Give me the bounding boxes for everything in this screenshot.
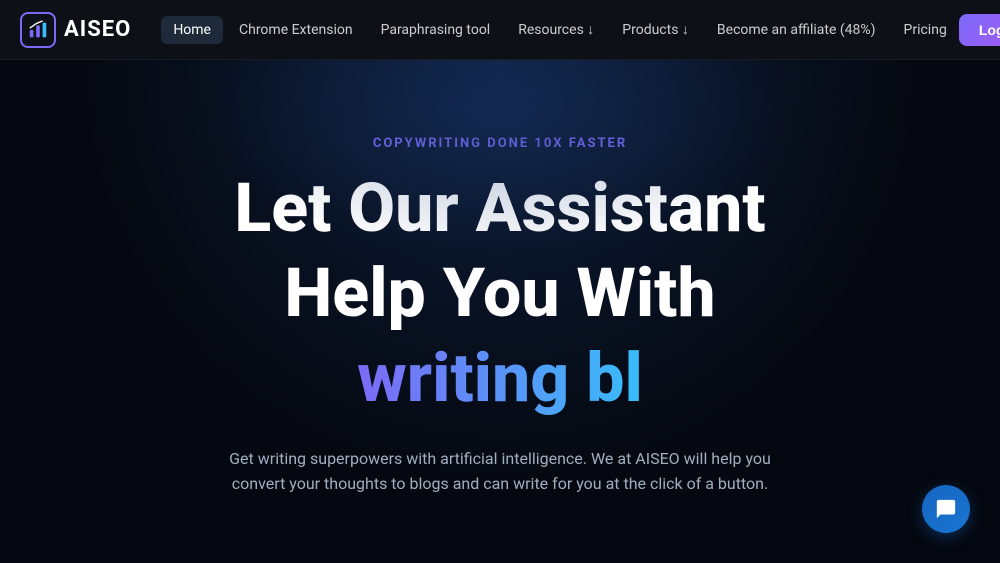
chat-bubble-button[interactable] bbox=[922, 485, 970, 533]
hero-subtitle: COPYWRITING DONE 10X FASTER bbox=[373, 136, 627, 151]
hero-animated-line: writing bl bbox=[357, 341, 643, 416]
nav-item-pricing[interactable]: Pricing bbox=[892, 16, 959, 44]
nav-item-products[interactable]: Products ↓ bbox=[610, 15, 701, 44]
hero-headline-line2: Help You With bbox=[284, 256, 715, 331]
nav-item-resources[interactable]: Resources ↓ bbox=[506, 15, 606, 44]
nav-links: Home Chrome Extension Paraphrasing tool … bbox=[161, 15, 959, 44]
logo-icon bbox=[20, 12, 56, 48]
nav-item-become-affiliate[interactable]: Become an affiliate (48%) bbox=[705, 16, 888, 44]
hero-animated-text: writing bl bbox=[357, 338, 643, 418]
hero-description: Get writing superpowers with artificial … bbox=[210, 446, 790, 497]
nav-item-paraphrasing-tool[interactable]: Paraphrasing tool bbox=[369, 16, 503, 44]
nav-item-chrome-extension[interactable]: Chrome Extension bbox=[227, 16, 365, 44]
hero-section: COPYWRITING DONE 10X FASTER Let Our Assi… bbox=[0, 60, 1000, 563]
login-button[interactable]: Login bbox=[959, 14, 1000, 46]
hero-headline-line1: Let Our Assistant bbox=[234, 171, 765, 246]
logo-area: AISEO bbox=[20, 12, 131, 48]
brand-name: AISEO bbox=[64, 17, 131, 42]
navbar: AISEO Home Chrome Extension Paraphrasing… bbox=[0, 0, 1000, 60]
nav-right: Login bbox=[959, 14, 1000, 46]
chat-icon bbox=[935, 498, 957, 520]
logo-svg bbox=[27, 19, 49, 41]
nav-item-home[interactable]: Home bbox=[161, 16, 223, 44]
